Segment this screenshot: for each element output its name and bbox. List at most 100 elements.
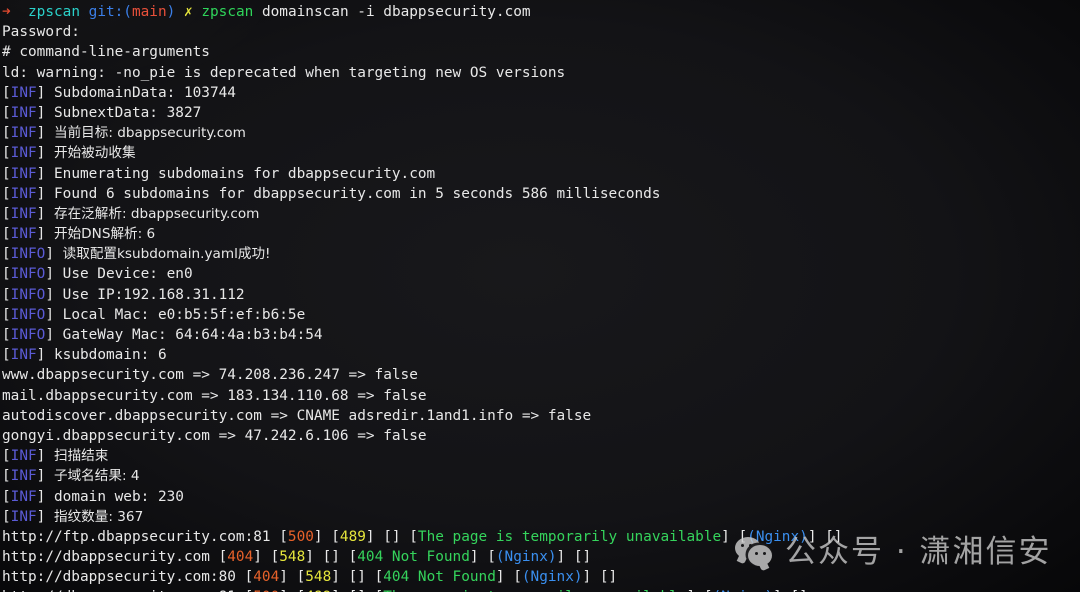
- log-level-tag: INF: [10, 104, 37, 121]
- http-status-code: 500: [287, 528, 314, 545]
- log-level-tag: INF: [10, 185, 37, 202]
- log-level-tag: INF: [10, 347, 37, 364]
- log-line: [INF] 开始DNS解析: 6: [2, 226, 156, 243]
- http-trailer-field: []: [825, 528, 843, 545]
- log-line: [INFO] GateWay Mac: 64:64:4a:b3:b4:54: [2, 327, 323, 343]
- log-line: mail.dbappsecurity.com => 183.134.110.68…: [2, 386, 1080, 406]
- log-level-tag: INFO: [10, 306, 46, 323]
- http-response-size: 489: [339, 528, 366, 545]
- http-result-line: http://dbappsecurity.com [404] [548] [] …: [2, 549, 592, 566]
- log-line-text: 扫描结束: [54, 448, 109, 465]
- log-level-tag: INF: [10, 125, 37, 142]
- http-server-fingerprint: (Nginx): [495, 549, 557, 566]
- log-line: [INF] domain web: 230: [2, 488, 184, 505]
- log-line-text: domain web: 230: [54, 488, 184, 505]
- http-trailer-field: []: [573, 549, 592, 566]
- http-results: http://ftp.dbappsecurity.com:81 [500] [4…: [2, 527, 1080, 592]
- log-line-text: 开始DNS解析: 6: [54, 226, 156, 243]
- terminal-window[interactable]: ➜ zpscan git:(main) ✗ zpscan domainscan …: [0, 0, 1080, 592]
- log-level-tag: INF: [10, 205, 37, 222]
- log-line: www.dbappsecurity.com => 74.208.236.247 …: [2, 365, 1080, 385]
- log-level-tag: INF: [10, 488, 37, 505]
- log-line-text: ksubdomain: 6: [54, 347, 167, 364]
- http-result-url: http://ftp.dbappsecurity.com:81: [2, 528, 271, 545]
- http-status-code: 404: [227, 549, 254, 566]
- http-page-title: The page is temporarily unavailable: [417, 528, 722, 545]
- log-line: ld: warning: -no_pie is deprecated when …: [2, 63, 1080, 83]
- command-arguments: domainscan -i dbappsecurity.com: [261, 4, 531, 20]
- log-line: [INF] SubnextData: 3827: [2, 104, 202, 121]
- log-level-tag: INF: [10, 145, 37, 162]
- http-trailer-field: []: [599, 569, 618, 586]
- http-empty-field: []: [383, 528, 401, 545]
- log-level-tag: INF: [10, 84, 37, 101]
- log-line: [INF] 指纹数量: 367: [2, 508, 144, 525]
- http-result-url: http://dbappsecurity.com: [2, 549, 210, 566]
- terminal-screen: ➜ zpscan git:(main) ✗ zpscan domainscan …: [0, 0, 1080, 592]
- http-result-line: http://dbappsecurity.com:81 [500] [489] …: [2, 587, 1080, 592]
- log-line-text: Use IP:192.168.31.112: [62, 286, 245, 303]
- http-response-size: 548: [305, 569, 332, 586]
- log-line: [INF] 存在泛解析: dbappsecurity.com: [2, 205, 260, 222]
- log-line: [INF] 开始被动收集: [2, 145, 136, 162]
- log-line-text: SubnextData: 3827: [54, 104, 202, 121]
- http-status-code: 404: [253, 569, 280, 586]
- log-line: [INF] Found 6 subdomains for dbappsecuri…: [2, 185, 661, 202]
- log-line-text: mail.dbappsecurity.com => 183.134.110.68…: [2, 387, 427, 404]
- git-dirty-marker-icon: ✗: [183, 4, 193, 20]
- log-line: [INFO] Use IP:192.168.31.112: [2, 286, 245, 303]
- log-line-text: 开始被动收集: [54, 145, 136, 162]
- log-output: Password: # command-line-arguments ld: war…: [2, 22, 1080, 527]
- log-line-text: 指纹数量: 367: [54, 508, 144, 525]
- log-line: autodiscover.dbappsecurity.com => CNAME …: [2, 406, 1080, 426]
- prompt-git-prefix: git:(: [88, 4, 132, 20]
- command-name: zpscan: [201, 4, 254, 20]
- log-level-tag: INFO: [10, 286, 46, 303]
- log-line: [INFO] 读取配置ksubdomain.yaml成功!: [2, 246, 271, 263]
- log-line-text: Local Mac: e0:b5:5f:ef:b6:5e: [62, 306, 306, 323]
- log-line: [INF] 子域名结果: 4: [2, 468, 140, 485]
- log-line-text: 子域名结果: 4: [54, 468, 140, 485]
- log-line: # command-line-arguments: [2, 42, 1080, 62]
- log-line-text: 读取配置ksubdomain.yaml成功!: [62, 246, 271, 263]
- prompt-git-suffix: ): [166, 4, 176, 20]
- log-line-text: autodiscover.dbappsecurity.com => CNAME …: [2, 407, 592, 424]
- http-page-title: 404 Not Found: [383, 569, 496, 586]
- log-level-tag: INF: [10, 468, 37, 485]
- log-level-tag: INF: [10, 508, 37, 525]
- log-line-text: 存在泛解析: dbappsecurity.com: [54, 205, 260, 222]
- http-server-fingerprint: (Nginx): [521, 569, 583, 586]
- log-line: [INF] 扫描结束: [2, 448, 109, 465]
- log-level-tag: INF: [10, 226, 37, 243]
- log-line-text: Enumerating subdomains for dbappsecurity…: [54, 165, 436, 182]
- log-line: [INFO] Local Mac: e0:b5:5f:ef:b6:5e: [2, 306, 306, 323]
- log-line-text: gongyi.dbappsecurity.com => 47.242.6.106…: [2, 427, 427, 444]
- log-level-tag: INFO: [10, 266, 46, 283]
- http-server-fingerprint: (Nginx): [747, 528, 808, 545]
- http-result-line: http://ftp.dbappsecurity.com:81 [500] [4…: [2, 528, 843, 545]
- log-line-text: GateWay Mac: 64:64:4a:b3:b4:54: [62, 327, 323, 343]
- log-line-text: www.dbappsecurity.com => 74.208.236.247 …: [2, 367, 418, 384]
- log-level-tag: INF: [10, 448, 37, 465]
- log-level-tag: INFO: [10, 327, 46, 343]
- http-empty-field: []: [322, 549, 340, 566]
- log-line: gongyi.dbappsecurity.com => 47.242.6.106…: [2, 426, 1080, 446]
- log-line: [INFO] Use Device: en0: [2, 266, 193, 283]
- log-line: [INF] 当前目标: dbappsecurity.com: [2, 125, 246, 142]
- log-line-text: Password:: [2, 24, 80, 41]
- log-level-tag: INF: [10, 165, 37, 182]
- log-line-text: Use Device: en0: [62, 266, 193, 283]
- http-page-title: 404 Not Found: [357, 549, 470, 566]
- http-empty-field: []: [348, 569, 366, 586]
- command-prompt-line: ➜ zpscan git:(main) ✗ zpscan domainscan …: [2, 2, 1080, 22]
- log-line-text: SubdomainData: 103744: [54, 84, 236, 101]
- http-result-line: http://dbappsecurity.com:80 [404] [548] …: [2, 569, 618, 586]
- prompt-arrow-icon: ➜: [2, 4, 11, 20]
- log-line: [INF] Enumerating subdomains for dbappse…: [2, 165, 436, 182]
- log-line-text: Found 6 subdomains for dbappsecurity.com…: [54, 185, 661, 202]
- http-result-url: http://dbappsecurity.com:80: [2, 569, 236, 586]
- log-line-text: # command-line-arguments: [2, 44, 210, 61]
- log-line: Password:: [2, 22, 1080, 42]
- log-line: [INF] ksubdomain: 6: [2, 347, 167, 364]
- log-line: [INF] SubdomainData: 103744: [2, 84, 236, 101]
